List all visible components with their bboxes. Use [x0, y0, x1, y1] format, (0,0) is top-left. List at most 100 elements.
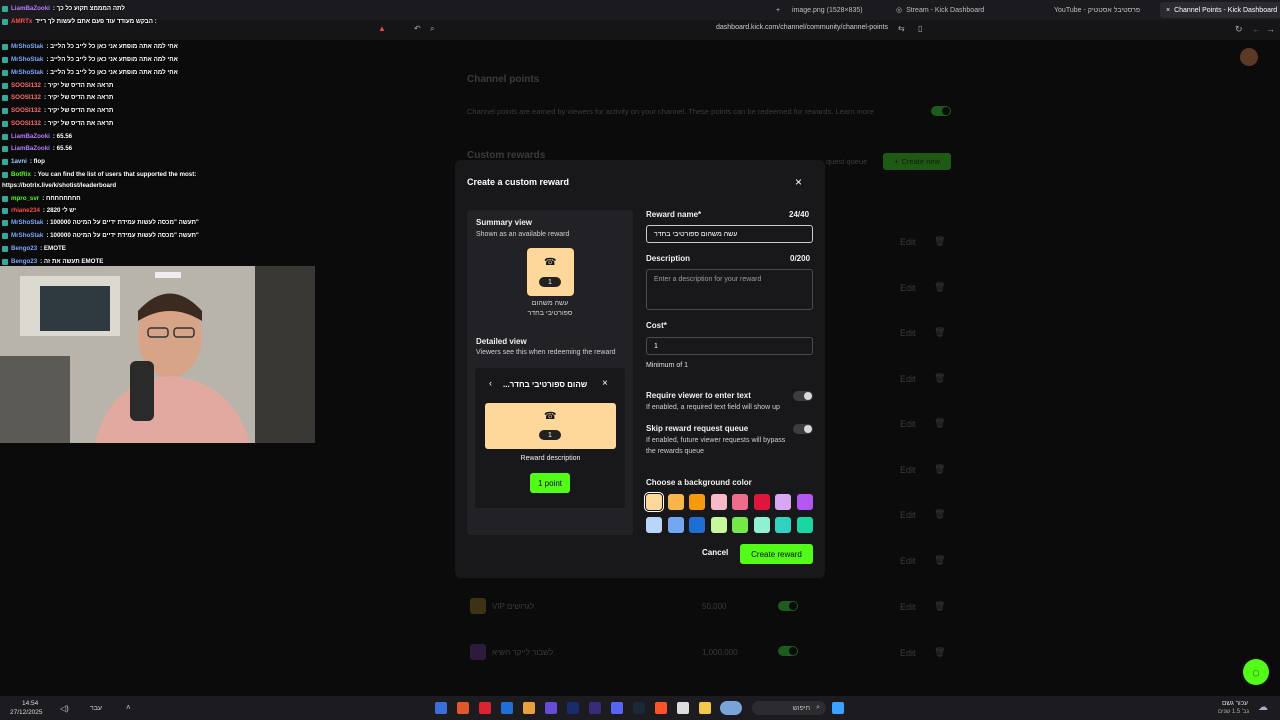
- request-queue-link[interactable]: quest queue: [826, 157, 867, 166]
- trash-icon[interactable]: 🗑: [934, 327, 945, 338]
- color-swatch[interactable]: [689, 517, 705, 533]
- chat-username[interactable]: MrShoStak: [11, 218, 43, 227]
- edit-button[interactable]: Edit: [900, 602, 916, 612]
- tab-image[interactable]: image.png (1528×835): [792, 2, 863, 18]
- new-tab-button[interactable]: +: [776, 2, 780, 18]
- chevron-up-icon[interactable]: ˄: [126, 703, 131, 712]
- folder-icon[interactable]: [699, 702, 711, 714]
- app-icon[interactable]: [435, 702, 447, 714]
- reload-icon[interactable]: ↻: [1235, 24, 1243, 35]
- edit-button[interactable]: Edit: [900, 648, 916, 658]
- color-swatch[interactable]: [710, 517, 727, 533]
- app-icon[interactable]: [479, 702, 491, 714]
- bookmark-icon[interactable]: ▯: [918, 24, 922, 33]
- app-icon[interactable]: [633, 702, 645, 714]
- chat-username[interactable]: BotRix: [11, 170, 31, 179]
- color-swatch[interactable]: [710, 494, 727, 510]
- tab-stream[interactable]: ◎ Stream - Kick Dashboard: [896, 2, 984, 18]
- app-icon[interactable]: [655, 702, 667, 714]
- edit-button[interactable]: Edit: [900, 465, 916, 475]
- chat-username[interactable]: LiamBaZooki: [11, 132, 50, 141]
- app-icon[interactable]: [677, 702, 689, 714]
- trash-icon[interactable]: 🗑: [934, 509, 945, 520]
- edit-button[interactable]: Edit: [900, 374, 916, 384]
- close-tab-icon[interactable]: ×: [1166, 7, 1170, 14]
- color-swatch[interactable]: [667, 494, 684, 510]
- clock-date[interactable]: 27/12/2025: [10, 709, 43, 716]
- color-swatch[interactable]: [775, 494, 791, 510]
- close-icon[interactable]: ×: [602, 378, 608, 389]
- trash-icon[interactable]: 🗑: [934, 236, 945, 247]
- chat-username[interactable]: MrShoStak: [11, 68, 43, 77]
- taskbar-search[interactable]: חיפוש ⌕: [752, 701, 826, 715]
- chevron-left-icon[interactable]: ‹: [489, 378, 492, 388]
- windows-start-icon[interactable]: [832, 702, 844, 714]
- trash-icon[interactable]: 🗑: [934, 601, 945, 612]
- require-text-toggle[interactable]: [793, 391, 813, 401]
- edit-button[interactable]: Edit: [900, 510, 916, 520]
- avatar[interactable]: [1240, 48, 1258, 66]
- chat-username[interactable]: SOOSI132: [11, 93, 41, 102]
- color-swatch[interactable]: [689, 494, 705, 510]
- chat-username[interactable]: MrShoStak: [11, 42, 43, 51]
- chat-username[interactable]: SOOSI132: [11, 119, 41, 128]
- chat-username[interactable]: SOOSI132: [11, 106, 41, 115]
- chat-username[interactable]: Bengo23: [11, 257, 37, 266]
- widget-icon[interactable]: [720, 701, 742, 715]
- color-swatch[interactable]: [732, 517, 748, 533]
- chat-username[interactable]: 1avni: [11, 157, 27, 166]
- color-swatch[interactable]: [796, 517, 813, 533]
- trash-icon[interactable]: 🗑: [934, 647, 945, 658]
- app-icon[interactable]: [589, 702, 601, 714]
- edit-button[interactable]: Edit: [900, 556, 916, 566]
- url-text[interactable]: dashboard.kick.com/channel/community/cha…: [716, 24, 888, 31]
- color-swatch[interactable]: [667, 517, 684, 533]
- app-icon[interactable]: [501, 702, 513, 714]
- app-icon[interactable]: [567, 702, 579, 714]
- reward-name-input[interactable]: עשה משהום ספורטיבי בחדר: [646, 225, 813, 243]
- tab-youtube[interactable]: YouTube - פרסטיבל אסטטיק: [1054, 2, 1140, 18]
- edit-button[interactable]: Edit: [900, 283, 916, 293]
- chat-username[interactable]: mpro_svr: [11, 194, 39, 203]
- back-icon[interactable]: ←: [1252, 24, 1261, 34]
- description-textarea[interactable]: Enter a description for your reward: [646, 269, 813, 310]
- trash-icon[interactable]: 🗑: [934, 282, 945, 293]
- chat-username[interactable]: LiamBaZooki: [11, 4, 50, 13]
- support-chat-icon[interactable]: ◌: [1243, 659, 1269, 685]
- edit-button[interactable]: Edit: [900, 237, 916, 247]
- speaker-icon[interactable]: ◁): [60, 704, 69, 713]
- trash-icon[interactable]: 🗑: [934, 373, 945, 384]
- color-swatch[interactable]: [732, 494, 748, 510]
- color-swatch[interactable]: [646, 517, 662, 533]
- reward-row-toggle[interactable]: [778, 601, 798, 611]
- weather-condition[interactable]: עכור גשם: [1222, 700, 1248, 707]
- app-icon[interactable]: [457, 702, 469, 714]
- keyboard-language[interactable]: עבר: [90, 705, 102, 712]
- edit-button[interactable]: Edit: [900, 328, 916, 338]
- cancel-button[interactable]: Cancel: [702, 548, 728, 557]
- chat-username[interactable]: rhiane234: [11, 206, 40, 215]
- color-swatch[interactable]: [775, 517, 791, 533]
- color-swatch[interactable]: [644, 492, 664, 512]
- search-icon[interactable]: ⌕: [430, 24, 434, 34]
- skip-queue-toggle[interactable]: [793, 424, 813, 434]
- trash-icon[interactable]: 🗑: [934, 418, 945, 429]
- create-reward-button[interactable]: Create reward: [740, 544, 813, 564]
- forward-icon[interactable]: →: [1266, 24, 1275, 34]
- chat-username[interactable]: MrShoStak: [11, 231, 43, 240]
- edit-button[interactable]: Edit: [900, 419, 916, 429]
- clock-time[interactable]: 14:54: [22, 700, 38, 707]
- color-swatch[interactable]: [753, 494, 770, 510]
- chat-username[interactable]: MrShoStak: [11, 55, 43, 64]
- color-swatch[interactable]: [753, 517, 770, 533]
- points-button[interactable]: 1 point: [530, 473, 570, 493]
- chat-username[interactable]: Bengo23: [11, 244, 37, 253]
- chat-username[interactable]: SOOSI132: [11, 81, 41, 90]
- app-icon[interactable]: [523, 702, 535, 714]
- color-swatch[interactable]: [796, 494, 813, 510]
- app-icon[interactable]: [611, 702, 623, 714]
- translate-icon[interactable]: ⇆: [898, 24, 905, 33]
- tab-channel-points[interactable]: × Channel Points - Kick Dashboard: [1160, 2, 1280, 18]
- close-icon[interactable]: ×: [795, 175, 802, 189]
- trash-icon[interactable]: 🗑: [934, 555, 945, 566]
